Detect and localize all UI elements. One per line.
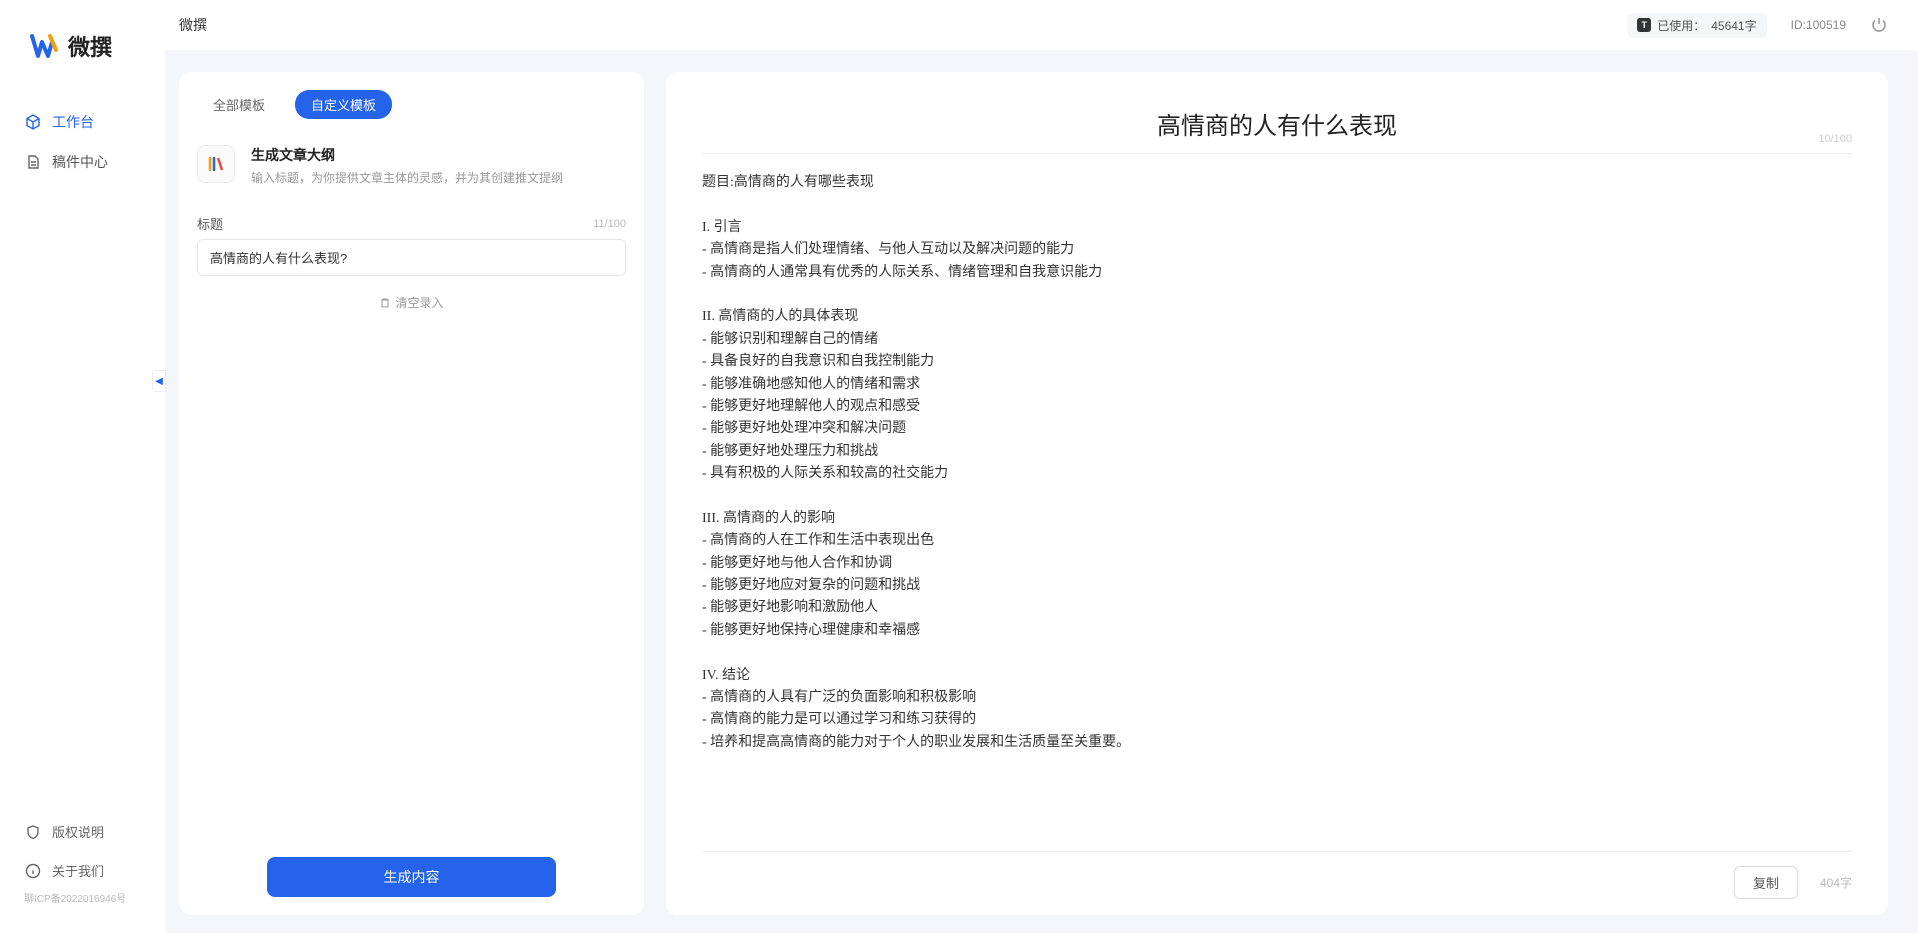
result-title-row: 高情商的人有什么表现 10/100 xyxy=(702,96,1852,153)
cube-icon xyxy=(24,113,42,131)
sidebar-item-drafts[interactable]: 稿件中心 xyxy=(0,142,165,182)
power-icon[interactable] xyxy=(1870,16,1888,34)
usage-badge[interactable]: T 已使用： 45641字 xyxy=(1627,13,1766,38)
result-panel: 高情商的人有什么表现 10/100 题目:高情商的人有哪些表现 I. 引言 - … xyxy=(666,72,1888,915)
topbar-right: T 已使用： 45641字 ID:100519 xyxy=(1627,13,1888,38)
icp-text: 聊ICP备2022016946号 xyxy=(0,890,165,913)
sidebar-item-about[interactable]: 关于我们 xyxy=(0,851,165,890)
divider xyxy=(702,153,1852,154)
tab-custom-templates[interactable]: 自定义模板 xyxy=(295,90,392,119)
result-footer: 复制 404字 xyxy=(702,851,1852,899)
form-area: 标题 11/100 清空录入 生成内容 xyxy=(179,204,644,897)
usage-label: 已使用： xyxy=(1657,17,1705,34)
logo: 微撰 xyxy=(0,30,165,102)
trash-icon xyxy=(379,297,391,309)
template-icon xyxy=(197,145,235,183)
template-desc: 输入标题，为你提供文章主体的灵感，并为其创建推文提纲 xyxy=(251,169,563,186)
left-panel: 全部模板 自定义模板 生成文章大纲 输入标题，为你提供文章主体的灵感，并为其创建… xyxy=(179,72,644,915)
template-info: 生成文章大纲 输入标题，为你提供文章主体的灵感，并为其创建推文提纲 xyxy=(251,145,563,186)
text-icon: T xyxy=(1637,18,1651,32)
generate-button[interactable]: 生成内容 xyxy=(267,857,556,897)
title-char-counter: 10/100 xyxy=(1818,133,1852,145)
template-tabs: 全部模板 自定义模板 xyxy=(179,90,644,135)
main-nav: 工作台 稿件中心 xyxy=(0,102,165,812)
content: 全部模板 自定义模板 生成文章大纲 输入标题，为你提供文章主体的灵感，并为其创建… xyxy=(165,50,1918,933)
usage-value: 45641字 xyxy=(1711,17,1756,34)
template-card: 生成文章大纲 输入标题，为你提供文章主体的灵感，并为其创建推文提纲 xyxy=(179,135,644,204)
sidebar-item-label: 工作台 xyxy=(52,112,94,132)
title-input[interactable] xyxy=(197,239,626,276)
logo-icon xyxy=(30,32,60,60)
result-body[interactable]: 题目:高情商的人有哪些表现 I. 引言 - 高情商是指人们处理情绪、与他人互动以… xyxy=(702,172,1852,841)
sidebar-item-label: 稿件中心 xyxy=(52,152,108,172)
chevron-left-icon: ◀ xyxy=(155,376,163,387)
sidebar-bottom: 版权说明 关于我们 聊ICP备2022016946号 xyxy=(0,812,165,933)
sidebar-item-label: 版权说明 xyxy=(52,822,104,841)
form-label-row: 标题 11/100 xyxy=(197,214,626,233)
word-count: 404字 xyxy=(1820,874,1852,891)
copy-button[interactable]: 复制 xyxy=(1734,866,1798,899)
sidebar-item-workspace[interactable]: 工作台 xyxy=(0,102,165,142)
sidebar-item-label: 关于我们 xyxy=(52,861,104,880)
user-id: ID:100519 xyxy=(1791,18,1846,32)
clear-input-button[interactable]: 清空录入 xyxy=(379,294,443,311)
document-icon xyxy=(24,153,42,171)
shield-icon xyxy=(24,823,42,841)
sidebar-item-copyright[interactable]: 版权说明 xyxy=(0,812,165,851)
sidebar-collapse-button[interactable]: ◀ xyxy=(152,370,166,392)
clear-label: 清空录入 xyxy=(395,294,443,311)
page-title: 微撰 xyxy=(179,15,207,35)
topbar: 微撰 T 已使用： 45641字 ID:100519 xyxy=(165,0,1918,50)
logo-text: 微撰 xyxy=(68,30,112,62)
result-title: 高情商的人有什么表现 xyxy=(1157,114,1397,140)
app-root: 微撰 工作台 稿件中心 xyxy=(0,0,1918,933)
main-area: 微撰 T 已使用： 45641字 ID:100519 全部模板 自定义模板 xyxy=(165,0,1918,933)
template-title: 生成文章大纲 xyxy=(251,145,563,165)
info-icon xyxy=(24,862,42,880)
tab-all-templates[interactable]: 全部模板 xyxy=(197,90,281,119)
char-counter: 11/100 xyxy=(593,218,626,230)
sidebar: 微撰 工作台 稿件中心 xyxy=(0,0,165,933)
title-label: 标题 xyxy=(197,214,223,233)
